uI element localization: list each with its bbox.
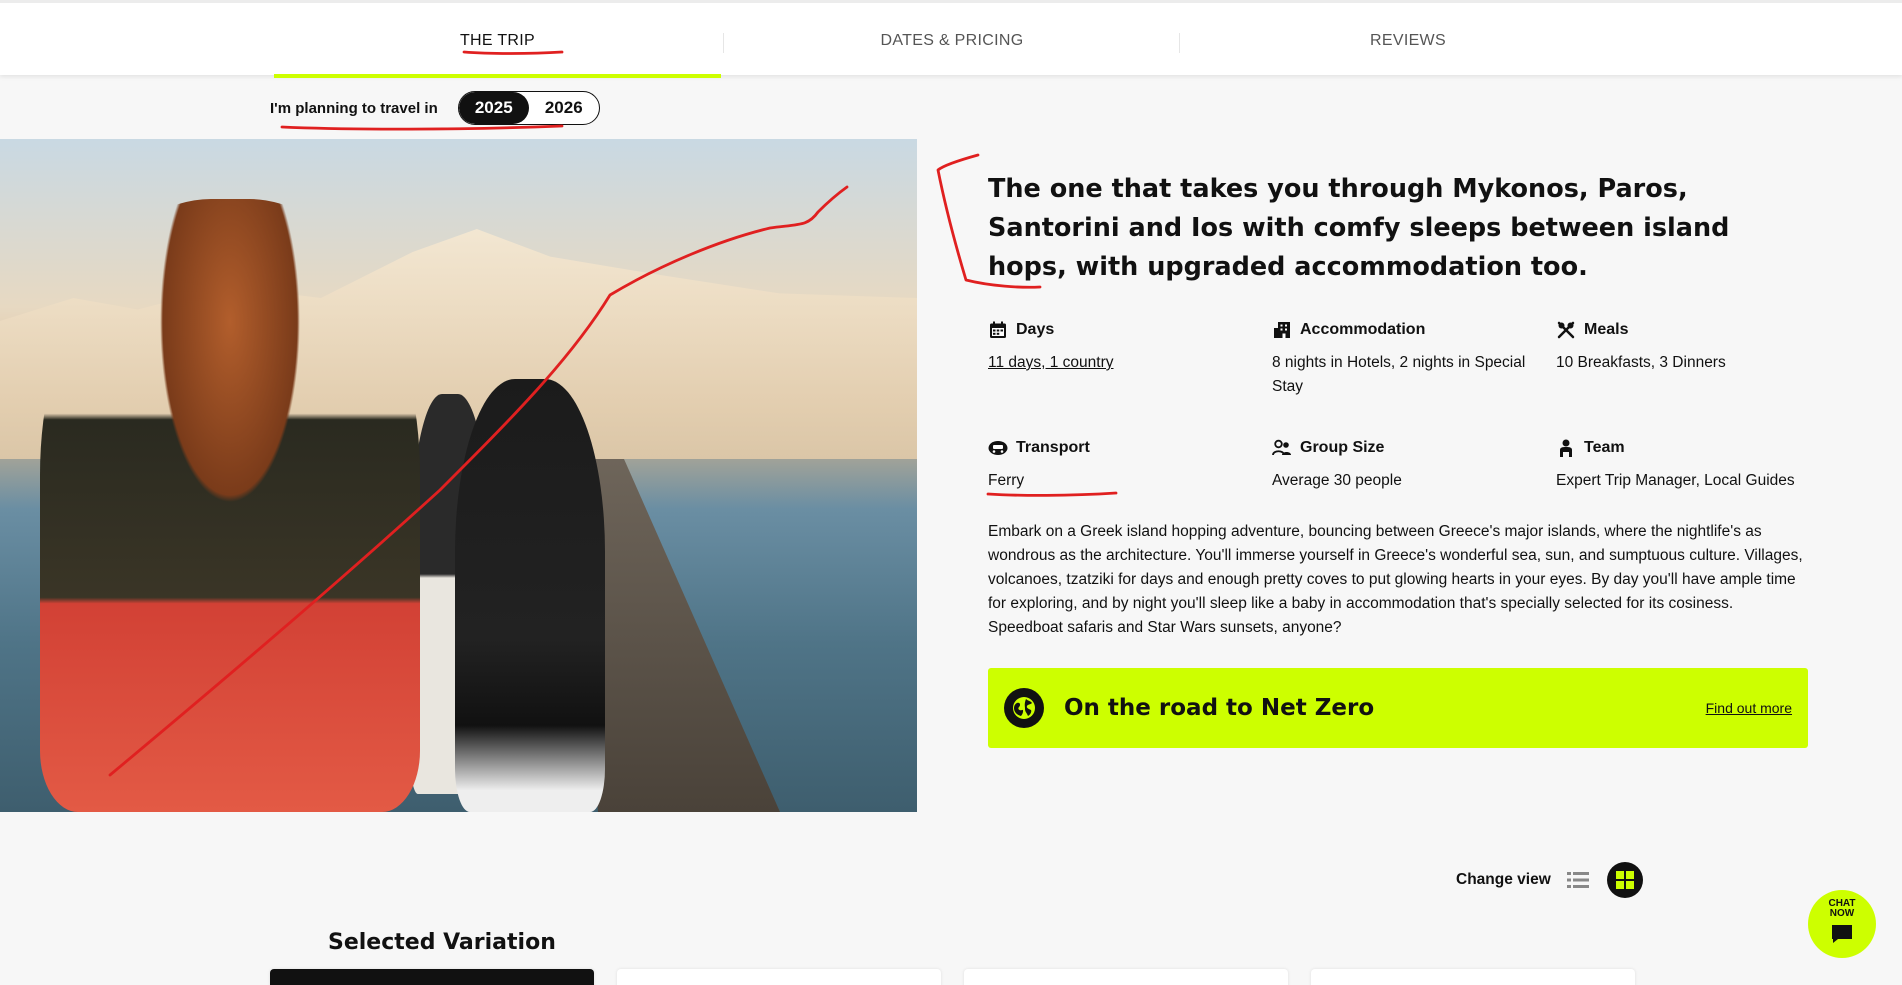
year-option-2025[interactable]: 2025	[458, 92, 529, 124]
vehicle-icon	[988, 438, 1008, 458]
chat-now-button[interactable]: CHAT NOW	[1808, 890, 1876, 958]
trip-description: Embark on a Greek island hopping adventu…	[988, 523, 1803, 636]
fact-accommodation-value: 8 nights in Hotels, 2 nights in Special …	[1272, 354, 1526, 395]
fact-accommodation: Accommodation 8 nights in Hotels, 2 nigh…	[1272, 320, 1542, 399]
variation-card[interactable]	[617, 969, 941, 985]
trip-hero-image	[0, 139, 917, 812]
tab-reviews[interactable]: REVIEWS	[1181, 3, 1635, 78]
chat-bubble-icon	[1831, 924, 1853, 949]
fact-team-title: Team	[1584, 439, 1625, 456]
variation-card[interactable]	[1311, 969, 1635, 985]
chat-now-label: CHAT NOW	[1828, 898, 1856, 919]
annotation-underline-year	[280, 124, 564, 131]
fact-days-value[interactable]: 11 days, 1 country	[988, 351, 1258, 375]
tab-reviews-label: REVIEWS	[1370, 31, 1446, 49]
fact-group-size: Group Size Average 30 people	[1272, 438, 1542, 493]
trip-overview: The one that takes you through Mykonos, …	[988, 170, 1810, 748]
active-tab-indicator	[274, 74, 721, 78]
globe-icon	[1004, 688, 1044, 728]
tab-dates-pricing[interactable]: DATES & PRICING	[725, 3, 1179, 78]
tab-the-trip[interactable]: THE TRIP	[274, 3, 721, 78]
selected-variation-heading: Selected Variation	[328, 930, 556, 955]
fact-meals-title: Meals	[1584, 321, 1629, 338]
trip-headline: The one that takes you through Mykonos, …	[988, 174, 1730, 282]
change-view-label: Change view	[1456, 871, 1551, 888]
tab-divider	[723, 33, 724, 53]
tab-divider	[1179, 33, 1180, 53]
tab-dates-pricing-label: DATES & PRICING	[880, 31, 1024, 49]
calendar-icon	[988, 320, 1008, 340]
net-zero-banner: On the road to Net Zero Find out more	[988, 668, 1808, 748]
travel-year-selector: I'm planning to travel in 2025 2026	[270, 91, 600, 125]
fact-group-size-value: Average 30 people	[1272, 472, 1402, 489]
fact-team: Team Expert Trip Manager, Local Guides	[1556, 438, 1816, 493]
annotation-underline-transport	[986, 491, 1118, 497]
travel-year-label: I'm planning to travel in	[270, 99, 438, 117]
fact-meals-value: 10 Breakfasts, 3 Dinners	[1556, 354, 1726, 371]
people-icon	[1272, 438, 1292, 458]
variation-card[interactable]	[270, 969, 594, 985]
tab-the-trip-label: THE TRIP	[459, 31, 535, 49]
hero-traveller	[40, 199, 420, 812]
fact-team-value: Expert Trip Manager, Local Guides	[1556, 472, 1795, 489]
net-zero-title: On the road to Net Zero	[1064, 695, 1375, 721]
find-out-more-link[interactable]: Find out more	[1706, 700, 1792, 716]
year-toggle: 2025 2026	[457, 91, 600, 125]
hero-traveller	[455, 379, 605, 812]
fact-group-size-title: Group Size	[1300, 439, 1385, 456]
fact-transport-value: Ferry	[988, 472, 1025, 489]
grid-view-icon[interactable]	[1606, 862, 1643, 898]
person-icon	[1556, 438, 1576, 458]
change-view-control: Change view	[1456, 862, 1643, 898]
building-icon	[1272, 320, 1292, 340]
list-view-icon[interactable]	[1566, 870, 1589, 890]
variation-card[interactable]	[964, 969, 1288, 985]
fact-meals: Meals 10 Breakfasts, 3 Dinners	[1556, 320, 1826, 375]
cutlery-icon	[1556, 320, 1576, 340]
fact-days: Days 11 days, 1 country	[988, 320, 1258, 375]
fact-accommodation-title: Accommodation	[1300, 321, 1426, 338]
fact-transport-title: Transport	[1016, 439, 1090, 456]
fact-transport: Transport Ferry	[988, 438, 1258, 493]
year-option-2026[interactable]: 2026	[529, 92, 599, 124]
fact-days-title: Days	[1016, 321, 1055, 338]
section-tab-bar: THE TRIP DATES & PRICING REVIEWS	[0, 0, 1902, 78]
